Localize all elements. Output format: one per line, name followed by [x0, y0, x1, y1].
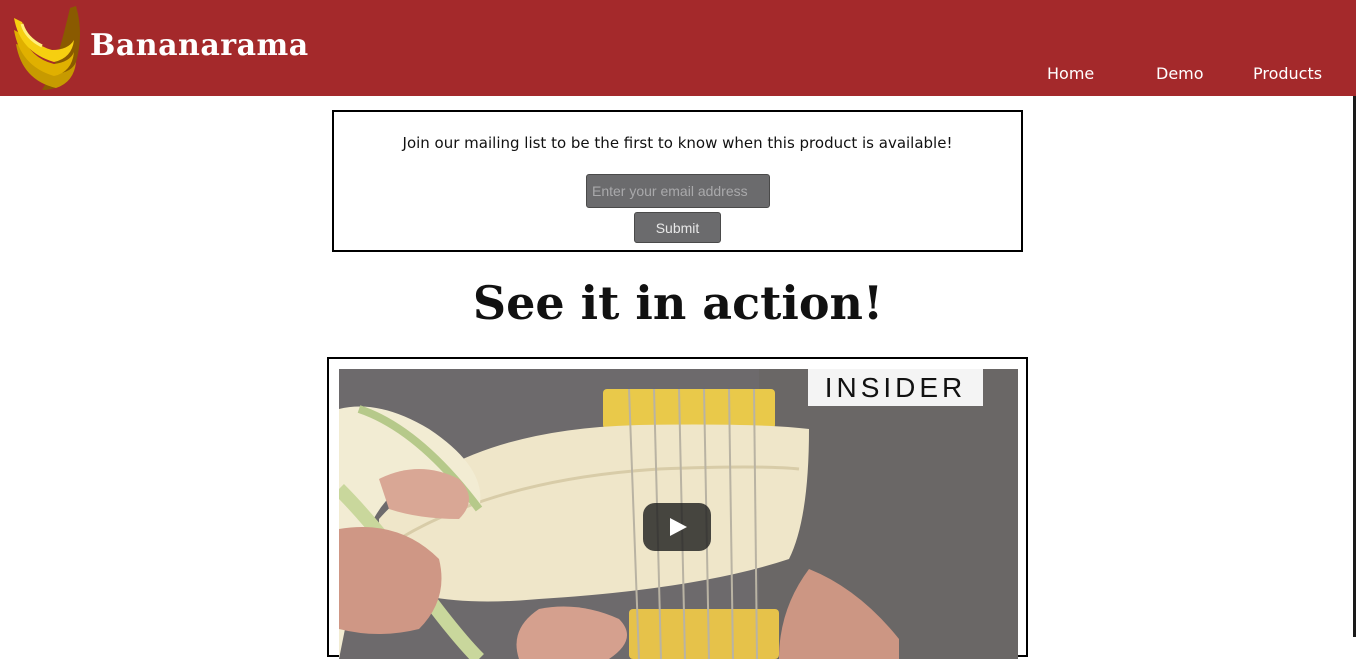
nav-home-link[interactable]: Home	[1047, 64, 1094, 83]
section-title: See it in action!	[472, 276, 884, 330]
insider-badge: INSIDER	[808, 369, 983, 406]
mailing-list-prompt: Join our mailing list to be the first to…	[402, 134, 953, 152]
mailing-list-box: Join our mailing list to be the first to…	[332, 110, 1023, 252]
video-player[interactable]: INSIDER	[339, 369, 1018, 659]
site-header: Bananarama Home Demo Products	[0, 0, 1356, 96]
play-icon[interactable]	[643, 503, 711, 551]
video-frame: INSIDER	[327, 357, 1028, 659]
brand-name[interactable]: Bananarama	[90, 28, 309, 63]
email-input[interactable]	[586, 174, 770, 208]
nav-products-link[interactable]: Products	[1253, 64, 1322, 83]
banana-bunch-icon[interactable]	[12, 4, 82, 92]
submit-button[interactable]: Submit	[634, 212, 721, 243]
nav-demo-link[interactable]: Demo	[1156, 64, 1204, 83]
